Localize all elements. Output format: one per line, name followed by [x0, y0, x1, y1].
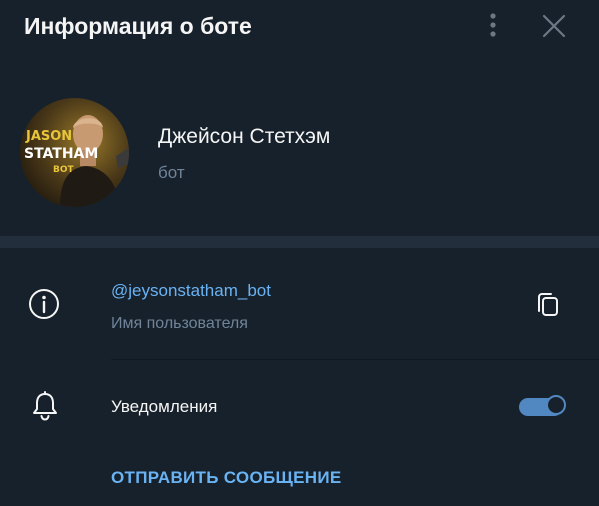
profile-name: Джейсон Стетхэм — [158, 125, 331, 148]
username-link[interactable]: @jeysonstatham_bot — [111, 280, 271, 302]
copy-icon — [538, 293, 558, 316]
avatar-logo-jason: JASON — [25, 129, 72, 144]
send-message-button[interactable]: ОТПРАВИТЬ СООБЩЕНИЕ — [111, 467, 342, 489]
close-icon — [542, 14, 566, 38]
header: Информация о боте — [0, 0, 599, 54]
row-separator — [111, 359, 599, 360]
avatar-logo-bot: BOT — [53, 165, 75, 175]
close-button[interactable] — [539, 11, 569, 41]
notifications-toggle[interactable] — [519, 395, 567, 417]
bot-info-panel: Информация о боте JASON STATHAM BOT Джей… — [0, 0, 599, 506]
section-divider — [0, 236, 599, 248]
notifications-label: Уведомления — [111, 397, 218, 416]
username-caption: Имя пользователя — [111, 315, 248, 332]
toggle-knob — [546, 395, 566, 415]
avatar-image: JASON STATHAM BOT — [20, 98, 129, 207]
avatar-logo-statham: STATHAM — [24, 146, 98, 162]
panel-title: Информация о боте — [24, 13, 252, 39]
profile-status: бот — [158, 163, 185, 182]
info-icon — [27, 287, 61, 321]
more-options-button[interactable] — [478, 10, 508, 40]
copy-username-button[interactable] — [534, 290, 562, 320]
avatar[interactable]: JASON STATHAM BOT — [20, 98, 129, 207]
more-vertical-icon — [490, 13, 496, 37]
bell-icon — [30, 390, 60, 422]
